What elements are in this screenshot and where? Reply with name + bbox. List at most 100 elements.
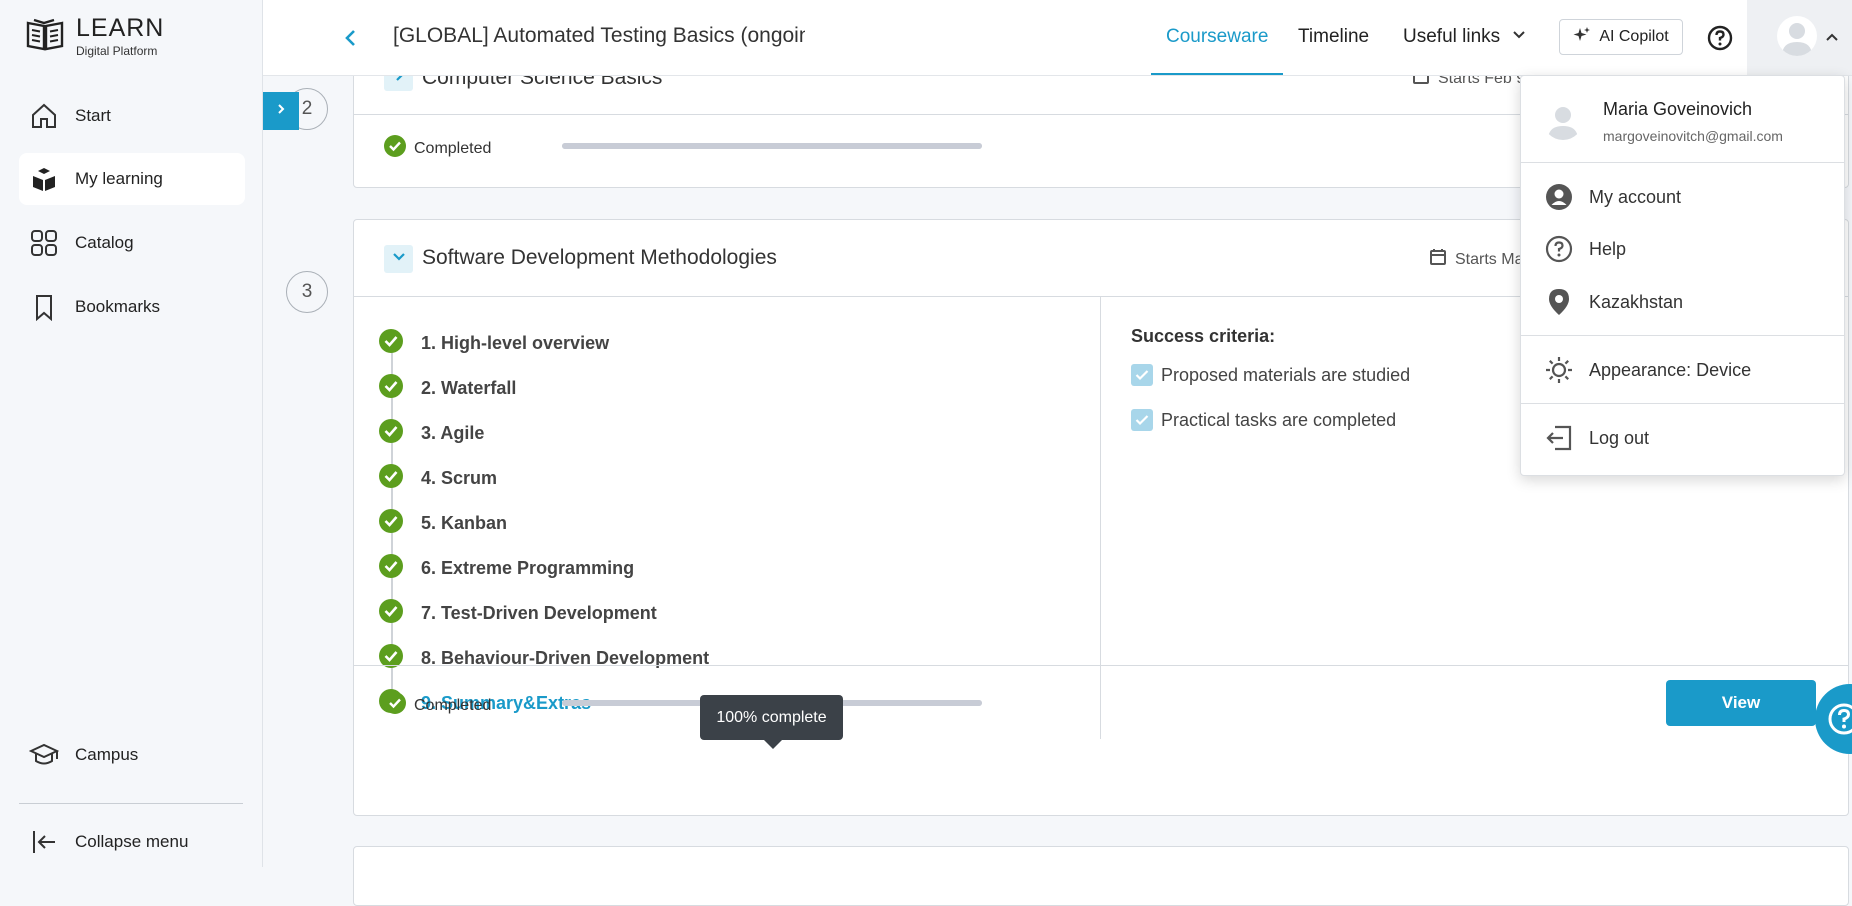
criteria-item: Practical tasks are completed [1131,409,1396,431]
check-circle-icon [379,599,403,628]
active-tab-indicator [1151,73,1283,75]
menu-item-my-account[interactable]: My account [1521,174,1844,220]
tab-label: Useful links [1403,26,1501,47]
view-button[interactable]: View [1666,680,1816,726]
lesson-item[interactable]: 4. Scrum [379,464,497,493]
logo-subtitle: Digital Platform [76,44,158,58]
criteria-item: Proposed materials are studied [1131,364,1410,386]
menu-item-label: Appearance: Device [1589,359,1752,380]
lesson-item[interactable]: 6. Extreme Programming [379,554,634,583]
criteria-title: Success criteria: [1131,326,1276,346]
lesson-item[interactable]: 3. Agile [379,419,484,448]
help-circle-icon[interactable] [1707,25,1733,51]
collapse-icon [29,827,59,857]
lesson-title: 7. Test-Driven Development [421,603,657,623]
sidebar-item-my-learning[interactable]: My learning [19,153,245,205]
sidebar-item-label: My learning [75,169,163,188]
check-circle-icon [379,419,403,448]
sidebar-divider [19,803,243,804]
sparkle-icon [1573,26,1591,49]
course-title: [GLOBAL] Automated Testing Basics (ongoi… [393,24,805,47]
section-status-row: Completed View [354,665,1848,742]
outline-toggle-button[interactable] [263,92,299,130]
check-circle-icon [379,374,403,403]
calendar-icon [1429,248,1447,271]
completion-status: Completed [384,135,491,162]
tab-timeline[interactable]: Timeline [1298,26,1369,48]
back-chevron-icon[interactable] [339,26,363,50]
lesson-item[interactable]: 7. Test-Driven Development [379,599,657,628]
user-dropdown-menu: Maria Goveinovich margoveinovitch@gmail.… [1520,75,1845,476]
criteria-text: Proposed materials are studied [1161,364,1411,385]
learning-icon [29,164,59,194]
chevron-down-icon [392,250,406,269]
section-card [353,846,1849,906]
lesson-item[interactable]: 1. High-level overview [379,329,609,358]
menu-item-appearance[interactable]: Appearance: Device [1521,347,1844,393]
sidebar-item-catalog[interactable]: Catalog [19,217,245,269]
check-circle-icon [379,464,403,493]
menu-item-logout[interactable]: Log out [1521,415,1844,461]
chevron-right-icon [276,102,286,120]
tab-courseware[interactable]: Courseware [1166,26,1268,48]
menu-item-location[interactable]: Kazakhstan [1521,279,1844,325]
sidebar-item-label: Campus [75,745,139,764]
bookmark-icon [29,292,59,322]
home-icon [29,101,59,131]
menu-divider [1521,335,1844,336]
checkbox-checked-icon [1131,409,1153,431]
ai-copilot-button[interactable]: AI Copilot [1559,19,1683,55]
lesson-title: 3. Agile [421,423,485,443]
success-criteria: Success criteria: Proposed materials are… [1131,326,1410,431]
menu-item-help[interactable]: Help [1521,226,1844,272]
ai-copilot-label: AI Copilot [1599,28,1669,45]
lesson-title: 6. Extreme Programming [421,558,635,578]
logo-title: LEARN [76,14,165,42]
completion-status: Completed [384,692,491,719]
logout-icon [1545,424,1573,452]
menu-item-label: Kazakhstan [1589,291,1684,312]
chevron-up-icon [1825,30,1839,49]
user-name: Maria Goveinovich [1603,99,1753,119]
collapse-section-button[interactable] [384,245,413,273]
check-circle-icon [379,509,403,538]
user-menu-button[interactable] [1747,0,1852,75]
logo[interactable]: LEARN Digital Platform [26,16,164,57]
sun-icon [1545,356,1573,384]
check-circle-icon [379,554,403,583]
book-logo-icon [26,17,64,56]
user-email: margoveinovitch@gmail.com [1603,128,1783,144]
lesson-title: 2. Waterfall [421,378,517,398]
menu-item-label: My account [1589,186,1682,207]
section-title: Software Development Methodologies [422,246,777,269]
account-icon [1545,183,1573,211]
tab-useful-links[interactable]: Useful links [1403,26,1526,48]
status-label: Completed [414,139,492,157]
lesson-item[interactable]: 5. Kanban [379,509,507,538]
lesson-title: 1. High-level overview [421,333,610,353]
graduation-cap-icon [29,740,59,770]
start-date-text: Starts Ma [1455,250,1524,268]
sidebar: LEARN Digital Platform Start My learning [0,0,263,867]
chevron-down-icon [1512,26,1526,48]
sidebar-item-bookmarks[interactable]: Bookmarks [19,281,245,333]
collapse-menu-button[interactable]: Collapse menu [19,816,245,868]
progress-tooltip: 100% complete [700,695,843,749]
step-number: 3 [286,271,328,313]
sidebar-item-label: Start [75,106,111,125]
check-circle-icon [379,329,403,358]
user-info: Maria Goveinovich margoveinovitch@gmail.… [1521,76,1844,163]
help-icon [1827,702,1852,741]
status-label: Completed [414,696,492,714]
checkbox-checked-icon [1131,364,1153,386]
lesson-item[interactable]: 2. Waterfall [379,374,516,403]
avatar [1777,16,1817,56]
sidebar-item-campus[interactable]: Campus [19,729,245,781]
check-circle-icon [384,135,406,162]
sidebar-item-label: Collapse menu [75,832,189,851]
sidebar-item-start[interactable]: Start [19,90,245,142]
lesson-title: 4. Scrum [421,468,498,488]
top-header: [GLOBAL] Automated Testing Basics (ongoi… [263,0,1852,76]
help-icon [1545,235,1573,263]
section-start-date: Starts Ma [1429,248,1523,271]
